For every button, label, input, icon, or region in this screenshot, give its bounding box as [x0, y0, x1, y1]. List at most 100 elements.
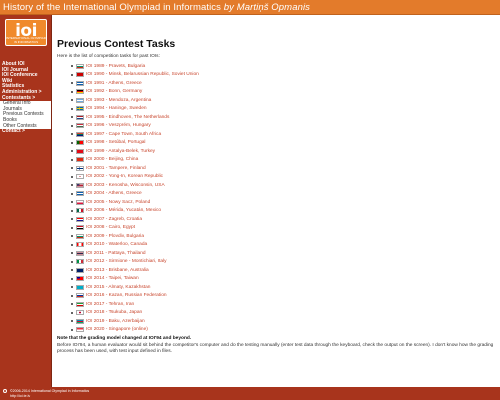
task-link[interactable]: IOI 1993 - Mendoza, Argentina — [86, 98, 151, 103]
site-title: History of the International Olympiad in… — [3, 2, 310, 13]
iran-flag-icon — [76, 301, 84, 307]
task-link[interactable]: IOI 2019 - Baku, Azerbaijan — [86, 319, 145, 324]
ussr-flag-icon — [76, 72, 84, 78]
task-link[interactable]: IOI 2004 - Athens, Greece — [86, 191, 142, 196]
task-list-item: IOI 2016 - Kazan, Russian Federation — [71, 292, 497, 301]
task-list-item: IOI 2005 - Nowy Sacz, Poland — [71, 198, 497, 207]
taiwan-flag-icon — [76, 276, 84, 282]
sweden-flag-icon — [76, 106, 84, 112]
ioi-logo[interactable]: ioi INTERNATIONAL OLYMPIAD IN INFORMATIC… — [5, 19, 47, 46]
task-list: IOI 1989 - Pravets, Bulgaria IOI 1990 - M… — [71, 62, 497, 334]
task-list-item: IOI 2012 - Sirmione - Montichiari, Italy — [71, 258, 497, 267]
bullet-icon — [71, 320, 73, 323]
task-list-item: IOI 2013 - Brisbane, Australia — [71, 266, 497, 275]
bullet-icon — [71, 269, 73, 272]
bullet-icon — [71, 260, 73, 263]
bullet-icon — [71, 73, 73, 76]
task-list-item: IOI 2020 - Singapore (online) — [71, 326, 497, 335]
task-link[interactable]: IOI 2020 - Singapore (online) — [86, 327, 148, 332]
task-link[interactable]: IOI 2018 - Tsukuba, Japan — [86, 310, 142, 315]
task-list-item: IOI 1990 - Minsk, Belarussian Republic, … — [71, 71, 497, 80]
task-list-item: IOI 1994 - Haninge, Sweden — [71, 105, 497, 114]
task-link[interactable]: IOI 2007 - Zagreb, Croatia — [86, 217, 142, 222]
task-link[interactable]: IOI 1994 - Haninge, Sweden — [86, 106, 147, 111]
task-link[interactable]: IOI 1998 - Setúbal, Portugal — [86, 140, 145, 145]
task-link[interactable]: IOI 2012 - Sirmione - Montichiari, Italy — [86, 259, 167, 264]
task-link[interactable]: IOI 2005 - Nowy Sacz, Poland — [86, 200, 150, 205]
greece-flag-icon — [76, 80, 84, 86]
grading-note-text: Before IOI'94, a human evaluator would s… — [57, 343, 494, 354]
bullet-icon — [71, 201, 73, 204]
kazakhstan-flag-icon — [76, 284, 84, 290]
bullet-icon — [71, 65, 73, 68]
bulgaria-flag-icon — [76, 233, 84, 239]
bullet-icon — [71, 82, 73, 85]
egypt-flag-icon — [76, 225, 84, 231]
italy-flag-icon — [76, 259, 84, 265]
task-link[interactable]: IOI 2014 - Taipei, Taiwan — [86, 276, 139, 281]
task-link[interactable]: IOI 2000 - Beijing, China — [86, 157, 138, 162]
site-title-text: History of the International Olympiad in… — [3, 2, 221, 13]
sidebar-nav: About IOI IOI Journal IOI Conference Wik… — [0, 61, 51, 135]
task-list-item: IOI 2019 - Baku, Azerbaijan — [71, 317, 497, 326]
task-link[interactable]: IOI 2008 - Cairo, Egypt — [86, 225, 135, 230]
task-link[interactable]: IOI 1991 - Athens, Greece — [86, 81, 142, 86]
bullet-icon — [71, 235, 73, 238]
task-list-item: IOI 2001 - Tampere, Finland — [71, 164, 497, 173]
bullet-icon — [71, 158, 73, 161]
germany-flag-icon — [76, 89, 84, 95]
bulgaria-flag-icon — [76, 63, 84, 69]
task-list-item: IOI 2008 - Cairo, Egypt — [71, 224, 497, 233]
task-link[interactable]: IOI 1997 - Cape Town, South Africa — [86, 132, 161, 137]
footer-copyright: ©2006-2014 International Olympiad in Inf… — [10, 389, 90, 393]
bullet-icon — [71, 192, 73, 195]
grading-note-heading: Note that the grading model changed at I… — [57, 336, 192, 341]
sidebar-item-contact[interactable]: Contact > — [2, 129, 51, 135]
russia-flag-icon — [76, 293, 84, 299]
bullet-icon — [71, 124, 73, 127]
task-list-item: IOI 1995 - Eindhoven, The Netherlands — [71, 113, 497, 122]
bullet-icon — [71, 150, 73, 153]
task-link[interactable]: IOI 2006 - Mérida, Yucatán, Mexico — [86, 208, 161, 213]
task-list-item: IOI 2017 - Tehran, Iran — [71, 300, 497, 309]
task-link[interactable]: IOI 1990 - Minsk, Belarussian Republic, … — [86, 72, 199, 77]
poland-flag-icon — [76, 199, 84, 205]
task-link[interactable]: IOI 2017 - Tehran, Iran — [86, 302, 134, 307]
task-link[interactable]: IOI 2015 - Almaty, Kazakhstan — [86, 285, 150, 290]
bullet-icon — [71, 303, 73, 306]
task-link[interactable]: IOI 2016 - Kazan, Russian Federation — [86, 293, 167, 298]
usa-flag-icon — [76, 182, 84, 188]
singapore-flag-icon — [76, 327, 84, 333]
site-header: History of the International Olympiad in… — [0, 0, 500, 15]
task-list-item: IOI 2009 - Plovdiv, Bulgaria — [71, 232, 497, 241]
task-link[interactable]: IOI 2010 - Waterloo, Canada — [86, 242, 147, 247]
task-list-item: IOI 1989 - Pravets, Bulgaria — [71, 62, 497, 71]
task-link[interactable]: IOI 2011 - Pattaya, Thailand — [86, 251, 146, 256]
task-link[interactable]: IOI 1992 - Bonn, Germany — [86, 89, 142, 94]
task-link[interactable]: IOI 1995 - Eindhoven, The Netherlands — [86, 115, 169, 120]
task-link[interactable]: IOI 1996 - Veszprém, Hungary — [86, 123, 151, 128]
bullet-icon — [71, 286, 73, 289]
task-link[interactable]: IOI 2013 - Brisbane, Australia — [86, 268, 149, 273]
portugal-flag-icon — [76, 140, 84, 146]
sidebar: ioi INTERNATIONAL OLYMPIAD IN INFORMATIC… — [0, 15, 52, 387]
bullet-icon — [71, 99, 73, 102]
task-link[interactable]: IOI 2001 - Tampere, Finland — [86, 166, 146, 171]
bullet-icon — [71, 252, 73, 255]
task-list-item: IOI 1998 - Setúbal, Portugal — [71, 139, 497, 148]
task-link[interactable]: IOI 2009 - Plovdiv, Bulgaria — [86, 234, 144, 239]
task-link[interactable]: IOI 2002 - Yong-In, Korean Republic — [86, 174, 163, 179]
footer-url[interactable]: http://ioi.te.lv — [10, 394, 30, 398]
task-link[interactable]: IOI 1989 - Pravets, Bulgaria — [86, 64, 145, 69]
task-list-item: IOI 2010 - Waterloo, Canada — [71, 241, 497, 250]
task-list-item: IOI 1996 - Veszprém, Hungary — [71, 122, 497, 131]
task-list-item: IOI 1992 - Bonn, Germany — [71, 88, 497, 97]
mexico-flag-icon — [76, 208, 84, 214]
azerbaijan-flag-icon — [76, 318, 84, 324]
korea-flag-icon — [76, 174, 84, 180]
task-link[interactable]: IOI 1999 - Antalya-Belek, Turkey — [86, 149, 155, 154]
task-list-item: IOI 2004 - Athens, Greece — [71, 190, 497, 199]
bullet-icon — [71, 277, 73, 280]
bullet-icon — [71, 107, 73, 110]
task-link[interactable]: IOI 2003 - Kenosha, Wisconsin, USA — [86, 183, 165, 188]
